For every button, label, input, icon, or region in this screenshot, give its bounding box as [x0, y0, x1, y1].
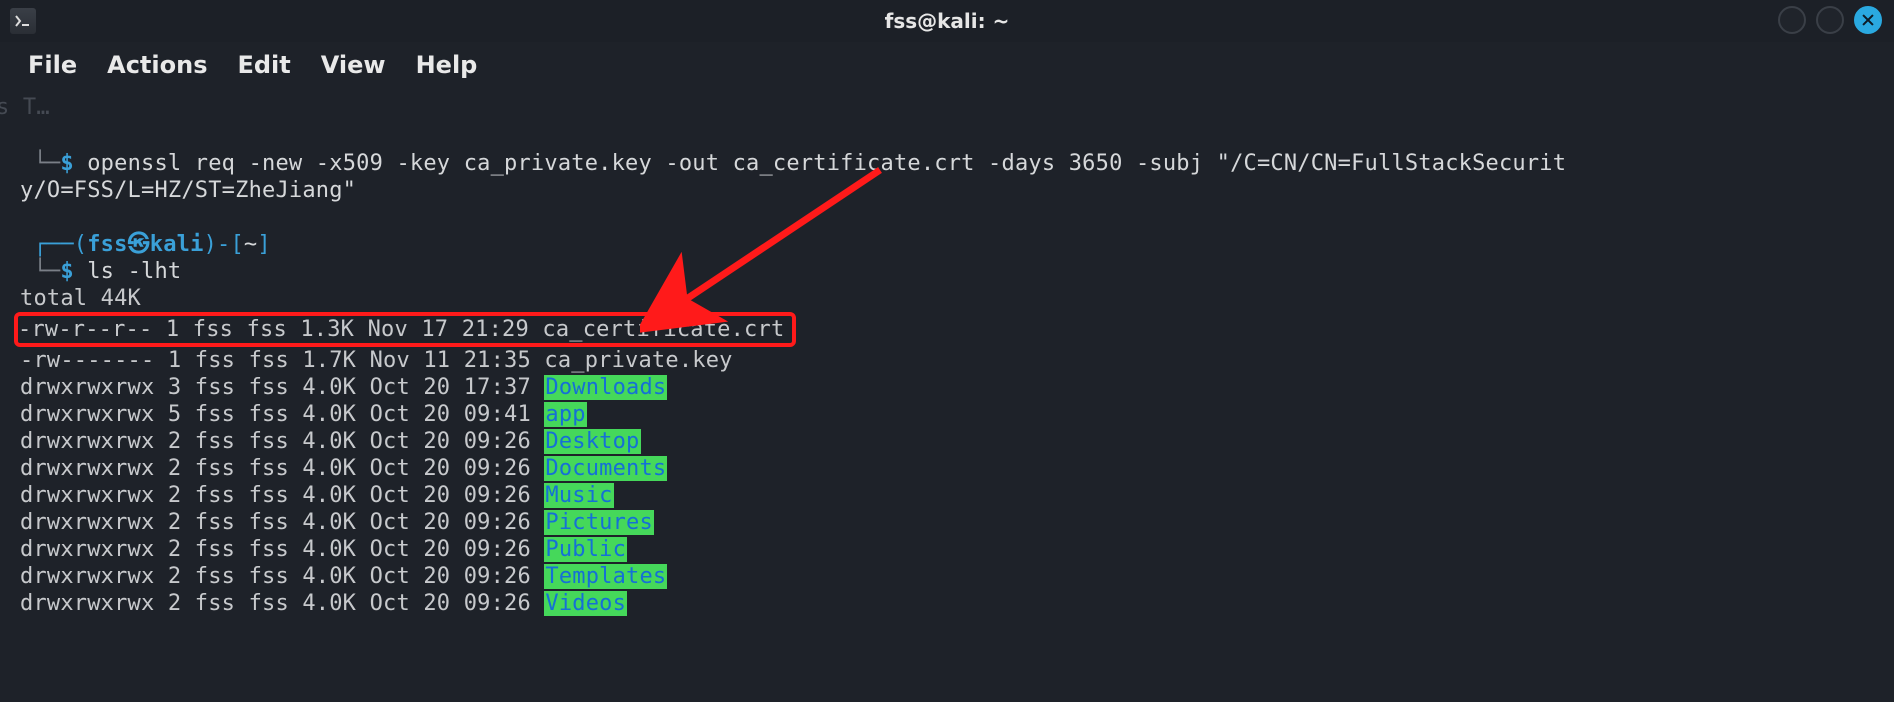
- ls-row-meta: -rw-r--r-- 1 fss fss 1.3K Nov 17 21:29: [18, 317, 542, 342]
- minimize-button[interactable]: [1778, 6, 1806, 34]
- ls-row-name-dir: Templates: [544, 564, 667, 589]
- ls-row-meta: drwxrwxrwx 2 fss fss 4.0K Oct 20 09:26: [20, 537, 544, 562]
- ls-row: drwxrwxrwx 2 fss fss 4.0K Oct 20 09:26 M…: [20, 482, 1874, 509]
- ls-row: -rw------- 1 fss fss 1.7K Nov 11 21:35 c…: [20, 347, 1874, 374]
- menubar: File Actions Edit View Help: [0, 42, 1894, 88]
- ls-row: -rw-r--r-- 1 fss fss 1.3K Nov 17 21:29 c…: [20, 312, 1874, 347]
- prompt-dollar: $: [60, 151, 87, 176]
- prompt-header: ┌──(fss㉿kali)-[~]: [20, 231, 1874, 258]
- ls-row: drwxrwxrwx 2 fss fss 4.0K Oct 20 09:26 T…: [20, 563, 1874, 590]
- prompt-line-openssl-wrap: y/O=FSS/L=HZ/ST=ZheJiang": [20, 177, 1874, 204]
- ls-row-meta: drwxrwxrwx 2 fss fss 4.0K Oct 20 09:26: [20, 591, 544, 616]
- ls-row: drwxrwxrwx 2 fss fss 4.0K Oct 20 09:26 P…: [20, 536, 1874, 563]
- ls-row: drwxrwxrwx 2 fss fss 4.0K Oct 20 09:26 D…: [20, 428, 1874, 455]
- ls-row-name-dir: Public: [544, 537, 627, 562]
- prompt-dollar: $: [60, 259, 87, 284]
- ls-row: drwxrwxrwx 3 fss fss 4.0K Oct 20 17:37 D…: [20, 374, 1874, 401]
- ls-row: drwxrwxrwx 2 fss fss 4.0K Oct 20 09:26 V…: [20, 590, 1874, 617]
- prompt-path: ~: [244, 232, 257, 257]
- ls-row-meta: drwxrwxrwx 5 fss fss 4.0K Oct 20 09:41: [20, 402, 544, 427]
- ls-row-meta: drwxrwxrwx 2 fss fss 4.0K Oct 20 09:26: [20, 564, 544, 589]
- prompt-separator-icon: ㉿: [128, 232, 150, 257]
- command-text: openssl req -new -x509 -key ca_private.k…: [87, 151, 1566, 176]
- highlighted-row: -rw-r--r-- 1 fss fss 1.3K Nov 17 21:29 c…: [14, 312, 796, 347]
- ls-row-name: ca_certificate.crt: [542, 317, 784, 342]
- prompt-line-ls: └─$ ls -lht: [20, 258, 1874, 285]
- window-title: fss@kali: ~: [885, 9, 1010, 33]
- ls-row-name-dir: app: [544, 402, 586, 427]
- menu-view[interactable]: View: [321, 51, 386, 79]
- prompt-corner: └─: [20, 259, 60, 284]
- menu-file[interactable]: File: [28, 51, 77, 79]
- ls-row-meta: drwxrwxrwx 2 fss fss 4.0K Oct 20 09:26: [20, 483, 544, 508]
- prompt-corner: └─: [20, 151, 60, 176]
- titlebar: fss@kali: ~: [0, 0, 1894, 42]
- menu-actions[interactable]: Actions: [107, 51, 207, 79]
- ls-row-name-dir: Documents: [544, 456, 667, 481]
- inactive-tab-hint: s T…: [0, 94, 50, 121]
- ls-row-name-dir: Pictures: [544, 510, 654, 535]
- ls-row: drwxrwxrwx 5 fss fss 4.0K Oct 20 09:41 a…: [20, 401, 1874, 428]
- ls-row-name-dir: Desktop: [544, 429, 640, 454]
- prompt-box-tail: )-[: [204, 232, 244, 257]
- terminal-viewport[interactable]: s T… └─$ openssl req -new -x509 -key ca_…: [0, 88, 1894, 627]
- prompt-line-openssl: └─$ openssl req -new -x509 -key ca_priva…: [20, 150, 1874, 177]
- prompt-box-close: ]: [257, 232, 270, 257]
- ls-row: drwxrwxrwx 2 fss fss 4.0K Oct 20 09:26 P…: [20, 509, 1874, 536]
- ls-row-meta: -rw------- 1 fss fss 1.7K Nov 11 21:35: [20, 348, 544, 373]
- window-controls: [1778, 6, 1882, 34]
- ls-row-meta: drwxrwxrwx 2 fss fss 4.0K Oct 20 09:26: [20, 429, 544, 454]
- ls-row-name-dir: Downloads: [544, 375, 667, 400]
- ls-total: total 44K: [20, 285, 1874, 312]
- ls-row-name: ca_private.key: [544, 348, 732, 373]
- command-text: ls -lht: [87, 259, 181, 284]
- prompt-box-top: ┌──(: [20, 232, 87, 257]
- ls-row-meta: drwxrwxrwx 2 fss fss 4.0K Oct 20 09:26: [20, 510, 544, 535]
- maximize-button[interactable]: [1816, 6, 1844, 34]
- ls-row-name-dir: Music: [544, 483, 613, 508]
- menu-help[interactable]: Help: [416, 51, 478, 79]
- ls-row-meta: drwxrwxrwx 3 fss fss 4.0K Oct 20 17:37: [20, 375, 544, 400]
- command-text-wrap: y/O=FSS/L=HZ/ST=ZheJiang": [20, 178, 356, 203]
- prompt-user: fss: [87, 232, 127, 257]
- ls-row-name-dir: Videos: [544, 591, 627, 616]
- close-button[interactable]: [1854, 6, 1882, 34]
- ls-row: drwxrwxrwx 2 fss fss 4.0K Oct 20 09:26 D…: [20, 455, 1874, 482]
- ls-row-meta: drwxrwxrwx 2 fss fss 4.0K Oct 20 09:26: [20, 456, 544, 481]
- terminal-app-icon: [10, 8, 36, 34]
- prompt-host: kali: [150, 232, 204, 257]
- menu-edit[interactable]: Edit: [237, 51, 290, 79]
